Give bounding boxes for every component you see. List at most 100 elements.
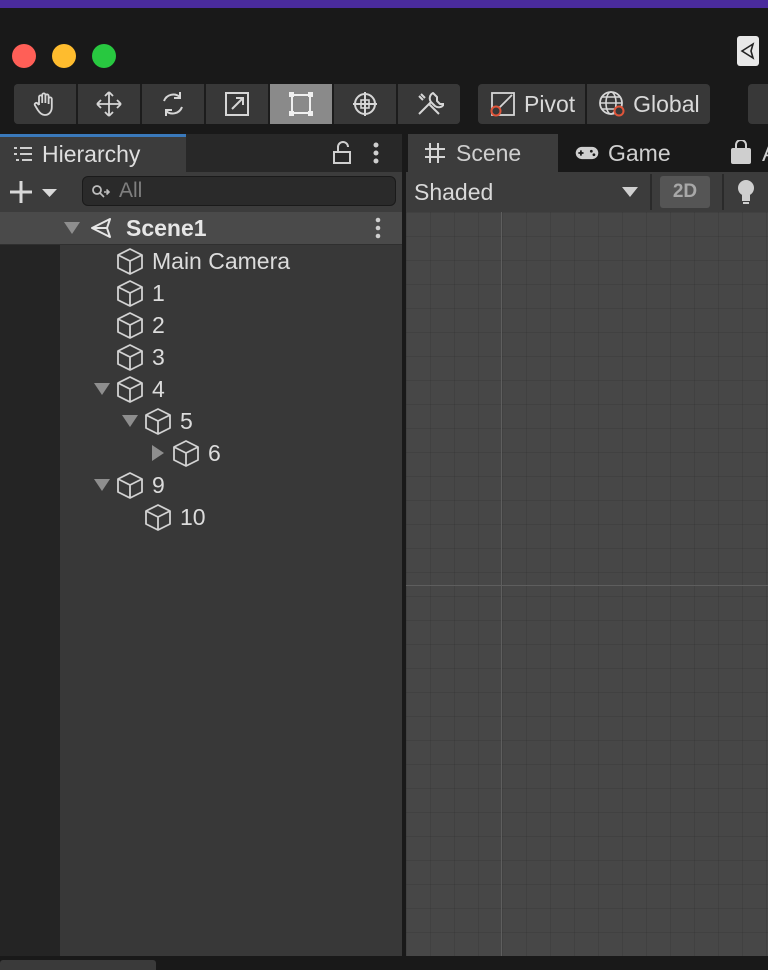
pivot-global-group: Pivot Global <box>478 84 710 124</box>
expand-arrow-icon[interactable] <box>64 222 80 234</box>
shopping-bag-icon <box>731 140 751 164</box>
tree-item-label: 6 <box>208 439 221 466</box>
global-label: Global <box>633 90 700 117</box>
tools-wrench-icon <box>418 92 444 115</box>
toolbar-separator <box>650 174 652 210</box>
pivot-label: Pivot <box>524 90 576 117</box>
tree-item-10[interactable]: 10 <box>144 501 206 533</box>
tree-item-3[interactable]: 3 <box>116 341 165 373</box>
hierarchy-search-box[interactable] <box>82 176 396 206</box>
gameobject-cube-icon <box>117 280 143 307</box>
zoom-window-button[interactable] <box>92 44 116 68</box>
dropdown-arrow-icon <box>622 187 638 197</box>
expand-arrow-icon[interactable] <box>122 415 138 427</box>
global-toggle-button[interactable]: Global <box>587 84 710 124</box>
grid-hash-icon <box>425 143 445 163</box>
shading-mode-value: Shaded <box>414 178 494 205</box>
tree-item-2[interactable]: 2 <box>116 309 165 341</box>
search-input[interactable] <box>119 177 389 205</box>
scene-tab-strip: Scene Game A <box>406 134 768 172</box>
add-object-dropdown-icon[interactable] <box>8 178 62 206</box>
tree-item-5[interactable]: 5 <box>116 405 193 437</box>
gameobject-cube-icon <box>117 344 143 371</box>
tab-scene-label: Scene <box>456 139 522 166</box>
expand-arrow-icon[interactable] <box>94 479 110 491</box>
window-title-bar <box>0 8 768 78</box>
tree-item-label: 9 <box>152 471 165 498</box>
rotate-icon <box>163 92 183 116</box>
tree-item-label: 3 <box>152 343 165 370</box>
tree-item-label: Main Camera <box>152 247 291 274</box>
toolbar-separator <box>722 174 724 210</box>
tree-item-label: 5 <box>180 407 193 434</box>
close-window-button[interactable] <box>12 44 36 68</box>
tree-item-9[interactable]: 9 <box>88 469 165 501</box>
transform-icon <box>353 92 377 116</box>
scale-tool-button[interactable] <box>206 84 270 124</box>
transform-tools-group <box>14 84 460 124</box>
tree-item-label: 10 <box>180 503 206 530</box>
gameobject-cube-icon <box>117 376 143 403</box>
tree-item-1[interactable]: 1 <box>116 277 165 309</box>
gameobject-cube-icon <box>117 248 143 275</box>
2d-mode-button[interactable]: 2D <box>660 176 710 208</box>
list-icon <box>14 146 32 161</box>
custom-tool-button[interactable] <box>398 84 460 124</box>
grid-axis-y <box>501 212 502 956</box>
gameobject-cube-icon <box>145 408 171 435</box>
search-icon <box>92 185 111 198</box>
tab-hierarchy[interactable]: Hierarchy <box>0 134 186 172</box>
gameobject-cube-icon <box>117 472 143 499</box>
tab-asset-store-label: A <box>762 140 768 167</box>
hierarchy-gutter <box>0 212 60 956</box>
main-toolbar: Pivot Global <box>0 78 768 134</box>
unity-scene-icon <box>91 218 111 238</box>
lock-icon[interactable] <box>330 140 354 166</box>
tab-asset-store[interactable]: A <box>728 134 768 172</box>
gameobject-cube-icon <box>117 312 143 339</box>
tab-game[interactable]: Game <box>574 134 671 172</box>
scene-view-toolbar: Shaded 2D <box>406 172 768 213</box>
scale-icon <box>225 92 249 116</box>
globe-icon <box>599 91 625 117</box>
move-arrows-icon <box>96 91 122 117</box>
minimize-window-button[interactable] <box>52 44 76 68</box>
tree-item-label: 4 <box>152 375 165 402</box>
scene-name: Scene1 <box>126 215 207 241</box>
scene-root-row[interactable]: Scene1 <box>0 212 402 245</box>
system-menu-bar <box>0 0 768 8</box>
lighting-bulb-icon[interactable] <box>734 178 758 206</box>
rect-tool-button[interactable] <box>270 84 334 124</box>
hierarchy-panel: Hierarchy Scene1 Main Camera 1 2 3 4 <box>0 134 402 956</box>
scene-menu-icon[interactable] <box>370 216 386 240</box>
transform-tool-button[interactable] <box>334 84 398 124</box>
bottom-panel-tab[interactable] <box>0 960 156 970</box>
rotate-tool-button[interactable] <box>142 84 206 124</box>
collapse-arrow-icon[interactable] <box>152 445 164 461</box>
rect-transform-icon <box>289 92 313 116</box>
pivot-toggle-button[interactable]: Pivot <box>478 84 588 124</box>
tab-scene[interactable]: Scene <box>408 134 558 172</box>
scene-panel: Scene Game A Shaded 2D <box>406 134 768 956</box>
gamepad-icon <box>575 146 599 160</box>
gameobject-cube-icon <box>145 504 171 531</box>
hierarchy-tab-label: Hierarchy <box>42 141 141 167</box>
tree-item-main-camera[interactable]: Main Camera <box>116 245 290 277</box>
move-tool-button[interactable] <box>78 84 142 124</box>
snap-settings-button[interactable] <box>748 84 768 124</box>
scene-viewport[interactable] <box>406 212 768 956</box>
shading-mode-dropdown[interactable]: Shaded <box>406 172 646 212</box>
panel-menu-icon[interactable] <box>368 140 384 166</box>
hierarchy-search-row <box>0 172 402 213</box>
pivot-icon <box>490 92 515 117</box>
hierarchy-list <box>60 212 402 956</box>
tree-item-label: 2 <box>152 311 165 338</box>
tree-item-6[interactable]: 6 <box>144 437 221 469</box>
hand-tool-button[interactable] <box>14 84 78 124</box>
tree-item-label: 1 <box>152 279 165 306</box>
tree-item-4[interactable]: 4 <box>88 373 165 405</box>
tab-game-label: Game <box>608 139 671 166</box>
expand-arrow-icon[interactable] <box>94 383 110 395</box>
grid-axis-x <box>406 585 768 586</box>
unity-logo-icon <box>737 36 759 66</box>
